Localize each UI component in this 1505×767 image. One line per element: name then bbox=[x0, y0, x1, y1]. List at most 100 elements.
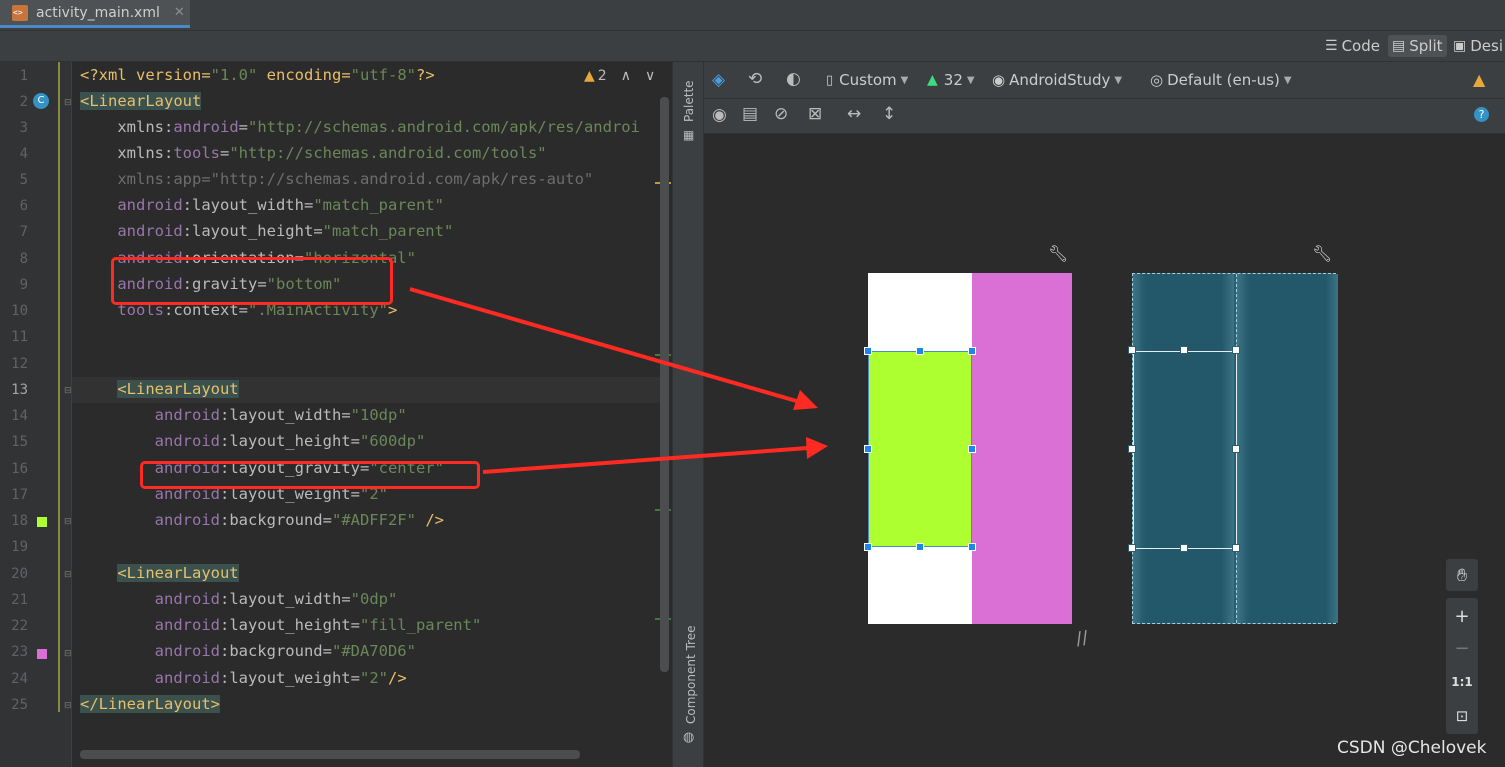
api-level-selector[interactable]: ▲ 32 ▼ bbox=[927, 71, 975, 89]
horizontal-arrows-icon: ↔ bbox=[847, 104, 862, 124]
zoom-controls: + − 1:1 ⊡ bbox=[1446, 598, 1478, 734]
eye-icon: ◉ bbox=[712, 105, 727, 125]
pan-button[interactable]: ✋︎ bbox=[1446, 559, 1478, 591]
wrench-icon[interactable]: 🔧︎ bbox=[1048, 244, 1068, 263]
line-number: 22 bbox=[11, 618, 28, 634]
warning-icon[interactable]: ▲ bbox=[1473, 70, 1485, 89]
clear-constraints-button[interactable]: ⊠ bbox=[808, 104, 822, 124]
fold-icon[interactable]: ⊟ bbox=[64, 649, 72, 659]
resize-handle[interactable] bbox=[968, 445, 976, 453]
blueprint-button[interactable]: ▤ bbox=[742, 104, 758, 124]
line-number: 24 bbox=[11, 671, 28, 687]
chevron-down-icon: ▼ bbox=[966, 74, 975, 86]
fold-icon[interactable]: ⊟ bbox=[64, 98, 72, 108]
palette-tab[interactable]: Palette bbox=[682, 80, 696, 122]
orientation-button[interactable]: ⟲ bbox=[748, 69, 762, 89]
design-surface-button[interactable]: ◈ bbox=[712, 70, 725, 90]
code-line-13: <LinearLayout bbox=[117, 380, 239, 398]
file-tab-activity-main[interactable]: activity_main.xml ✕ bbox=[0, 0, 190, 28]
design-panel: ◈ ⟲ ◐ ▯ Custom ▼ ▲ 32 ▼ ◉ AndroidStudy ▼ ◎ … bbox=[704, 62, 1505, 767]
close-tab-icon[interactable]: ✕ bbox=[174, 5, 185, 20]
code-line-1: <?xml version="1.0" encoding="utf-8"?> bbox=[80, 66, 435, 84]
blueprint-resize-handle[interactable] bbox=[1232, 445, 1240, 453]
inspection-widget[interactable]: ▲ 2 ∧ ∨ bbox=[584, 68, 655, 84]
view-options-button[interactable]: ◉ bbox=[712, 105, 727, 125]
code-line-22: android:layout_height="fill_parent" bbox=[154, 616, 482, 634]
help-icon[interactable]: ? bbox=[1474, 107, 1489, 122]
class-gutter-icon[interactable]: C bbox=[33, 93, 49, 109]
resize-handle[interactable] bbox=[968, 543, 976, 551]
chevron-down-icon: ▼ bbox=[1283, 74, 1292, 86]
actual-size-button[interactable]: 1:1 bbox=[1446, 666, 1478, 698]
file-tab-label: activity_main.xml bbox=[36, 4, 160, 21]
code-line-21: android:layout_width="0dp" bbox=[154, 590, 398, 608]
chevron-up-icon[interactable]: ∧ bbox=[621, 68, 631, 84]
zoom-in-button[interactable]: + bbox=[1446, 600, 1478, 632]
chevron-down-icon[interactable]: ∨ bbox=[645, 68, 655, 84]
layout-gravity-highlight-box bbox=[140, 461, 480, 489]
grid-icon: ▤ bbox=[742, 104, 759, 124]
code-line-23: android:background="#DA70D6" bbox=[154, 642, 416, 660]
wrench-icon[interactable]: 🔧︎ bbox=[1312, 244, 1332, 263]
vertical-scrollbar[interactable] bbox=[660, 97, 669, 672]
autoconnect-button[interactable]: ⊘ bbox=[774, 104, 788, 124]
night-mode-button[interactable]: ◐ bbox=[786, 69, 801, 89]
hand-icon: ✋︎ bbox=[1456, 564, 1468, 586]
blueprint-resize-handle[interactable] bbox=[1128, 445, 1136, 453]
design-mode-button[interactable]: ▣ Desi bbox=[1453, 35, 1503, 57]
code-line-6: android:layout_width="match_parent" bbox=[117, 196, 444, 214]
zoom-out-button[interactable]: − bbox=[1446, 632, 1478, 664]
fold-icon[interactable]: ⊟ bbox=[64, 570, 72, 580]
blueprint-column-right bbox=[1236, 274, 1338, 623]
resize-handle[interactable] bbox=[916, 347, 924, 355]
component-tree-tab[interactable]: Component Tree bbox=[684, 626, 698, 724]
fold-icon[interactable]: ⊟ bbox=[64, 701, 72, 711]
blueprint-selected-outline[interactable] bbox=[1133, 351, 1237, 549]
fold-icon[interactable]: ⊟ bbox=[64, 517, 72, 527]
horizontal-scrollbar[interactable] bbox=[80, 750, 580, 759]
design-toolbar-top: ◈ ⟲ ◐ ▯ Custom ▼ ▲ 32 ▼ ◉ AndroidStudy ▼ ◎ … bbox=[704, 62, 1505, 99]
clear-constraints-icon: ⊠ bbox=[808, 104, 823, 124]
locale-selector[interactable]: ◎ Default (en-us) ▼ bbox=[1150, 71, 1292, 89]
magenta-color-swatch-icon[interactable] bbox=[37, 649, 47, 659]
warning-icon: ▲ bbox=[584, 68, 595, 84]
line-number: 2 bbox=[19, 94, 28, 110]
code-mode-button[interactable]: ☰ Code bbox=[1325, 35, 1380, 57]
fold-icon[interactable]: ⊟ bbox=[64, 386, 72, 396]
line-number: 6 bbox=[19, 198, 28, 214]
resize-handle[interactable] bbox=[864, 543, 872, 551]
code-line-3: xmlns:android="http://schemas.android.co… bbox=[117, 118, 640, 136]
resize-handle[interactable] bbox=[864, 347, 872, 355]
green-layout-selected[interactable] bbox=[868, 351, 972, 547]
line-number: 7 bbox=[19, 224, 28, 240]
expand-horizontal-button[interactable]: ↔ bbox=[847, 104, 861, 124]
blueprint-resize-handle[interactable] bbox=[1128, 346, 1136, 354]
resize-handle[interactable] bbox=[864, 445, 872, 453]
expand-vertical-button[interactable]: ↕ bbox=[882, 104, 896, 124]
device-selector[interactable]: ▯ Custom ▼ bbox=[826, 71, 908, 89]
resize-handle[interactable] bbox=[968, 347, 976, 355]
line-number: 13 bbox=[11, 382, 28, 398]
zoom-to-fit-button[interactable]: ⊡ bbox=[1446, 700, 1478, 732]
resize-handle[interactable] bbox=[916, 543, 924, 551]
resize-handle-icon[interactable]: // bbox=[1074, 627, 1090, 650]
vertical-arrows-icon: ↕ bbox=[882, 104, 897, 124]
line-number: 21 bbox=[11, 592, 28, 608]
change-marker-bar bbox=[58, 62, 60, 712]
blueprint-resize-handle[interactable] bbox=[1180, 346, 1188, 354]
line-number-gutter: C ⊟ ⊟ ⊟ ⊟ ⊟ ⊟ 1 2 3 4 5 6 7 8 9 10 11 12 13 14 15 16 17 1… bbox=[0, 62, 72, 767]
image-icon: ▣ bbox=[1453, 38, 1467, 54]
fit-screen-icon: ⊡ bbox=[1455, 707, 1469, 725]
component-tree-icon: ◍ bbox=[683, 730, 695, 745]
blueprint-resize-handle[interactable] bbox=[1232, 346, 1240, 354]
green-color-swatch-icon[interactable] bbox=[37, 517, 47, 527]
line-number: 16 bbox=[11, 461, 28, 477]
code-editor[interactable]: C ⊟ ⊟ ⊟ ⊟ ⊟ ⊟ 1 2 3 4 5 6 7 8 9 10 11 12 13 14 15 16 17 1… bbox=[0, 62, 672, 767]
split-mode-button[interactable]: ▤ Split bbox=[1388, 35, 1447, 57]
theme-selector[interactable]: ◉ AndroidStudy ▼ bbox=[992, 71, 1122, 89]
blueprint-resize-handle[interactable] bbox=[1232, 544, 1240, 552]
chevron-down-icon: ▼ bbox=[900, 74, 909, 86]
magenta-layout[interactable] bbox=[972, 273, 1072, 624]
blueprint-resize-handle[interactable] bbox=[1180, 544, 1188, 552]
blueprint-resize-handle[interactable] bbox=[1128, 544, 1136, 552]
